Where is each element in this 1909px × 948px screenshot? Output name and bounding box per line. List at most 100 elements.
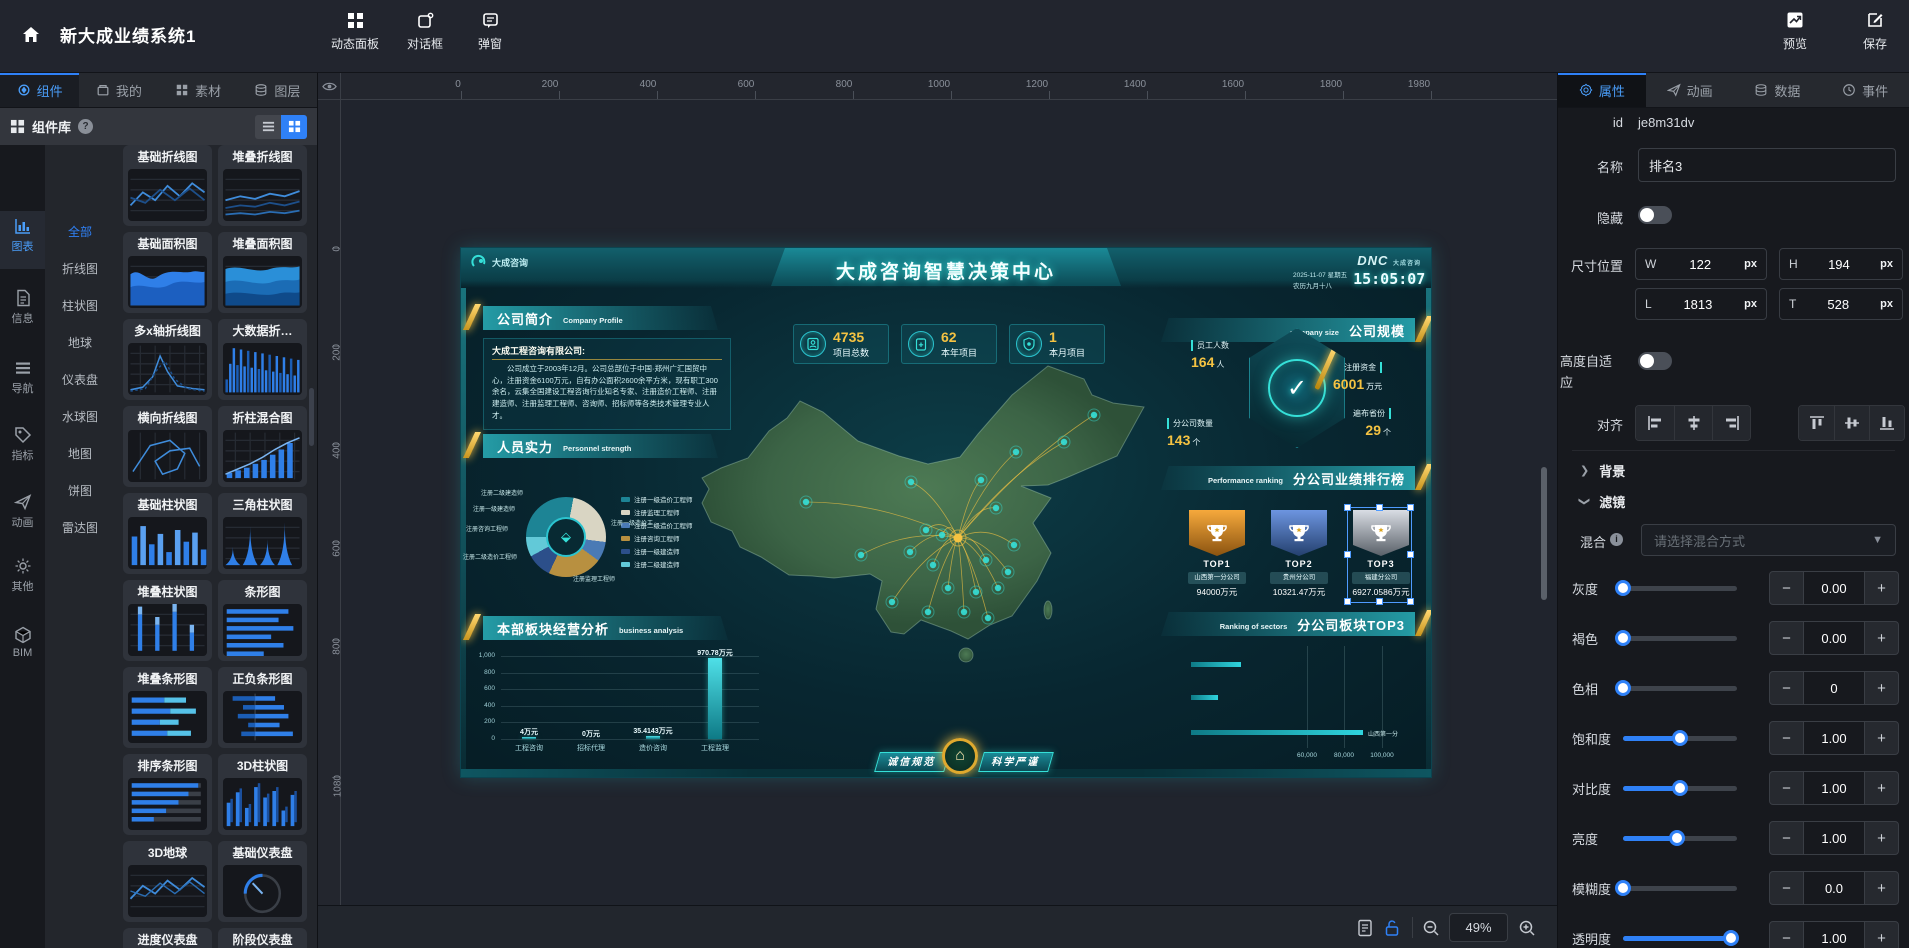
tab-data[interactable]: 数据 <box>1734 73 1822 107</box>
rail-item-图表[interactable]: 图表 <box>0 211 45 269</box>
rail-item-信息[interactable]: 信息 <box>0 283 45 341</box>
色相-increase-button[interactable]: + <box>1865 672 1898 704</box>
tab-mine[interactable]: 我的 <box>79 73 158 107</box>
grid-view-button[interactable] <box>281 115 307 139</box>
popup-button[interactable]: 弹窗 <box>458 8 522 52</box>
selection-handle[interactable] <box>1407 598 1414 605</box>
lock-toggle-button[interactable] <box>1379 915 1405 941</box>
透明度-increase-button[interactable]: + <box>1865 922 1898 948</box>
对比度-slider[interactable] <box>1623 786 1737 791</box>
component-card-堆叠条形图[interactable]: 堆叠条形图 <box>123 667 212 748</box>
色相-value[interactable]: 0 <box>1803 672 1865 704</box>
width-input[interactable]: W122px <box>1635 248 1767 280</box>
色相-slider[interactable] <box>1623 686 1737 691</box>
zoom-out-button[interactable] <box>1418 915 1444 941</box>
灰度-slider[interactable] <box>1623 586 1737 591</box>
component-card-大数据折…[interactable]: 大数据折… <box>218 319 307 400</box>
tab-components[interactable]: 组件 <box>0 73 79 107</box>
category-折线图[interactable]: 折线图 <box>45 260 115 277</box>
category-地图[interactable]: 地图 <box>45 445 115 462</box>
auto-height-toggle[interactable] <box>1638 352 1672 370</box>
preview-button[interactable]: 预览 <box>1773 8 1817 52</box>
饱和度-decrease-button[interactable]: − <box>1770 722 1803 754</box>
tab-layers[interactable]: 图层 <box>238 73 317 107</box>
top-input[interactable]: T528px <box>1779 288 1903 320</box>
亮度-slider[interactable] <box>1623 836 1737 841</box>
list-view-button[interactable] <box>255 115 281 139</box>
selection-handle[interactable] <box>1407 551 1414 558</box>
height-input[interactable]: H194px <box>1779 248 1903 280</box>
ranking-card-TOP1[interactable]: TOP1山西第一分公司94000万元 <box>1188 510 1246 598</box>
category-水球图[interactable]: 水球图 <box>45 408 115 425</box>
component-card-进度仪表盘[interactable]: 进度仪表盘 <box>123 928 212 948</box>
透明度-slider[interactable] <box>1623 936 1737 941</box>
category-仪表盘[interactable]: 仪表盘 <box>45 371 115 388</box>
rail-item-其他[interactable]: 其他 <box>0 551 45 609</box>
category-饼图[interactable]: 饼图 <box>45 482 115 499</box>
component-card-基础仪表盘[interactable]: 基础仪表盘 <box>218 841 307 922</box>
slider-thumb[interactable] <box>1669 830 1685 846</box>
selection-handle[interactable] <box>1407 504 1414 511</box>
align-bottom-button[interactable] <box>1869 406 1904 440</box>
left-input[interactable]: L1813px <box>1635 288 1767 320</box>
亮度-value[interactable]: 1.00 <box>1803 822 1865 854</box>
component-card-正负条形图[interactable]: 正负条形图 <box>218 667 307 748</box>
left-panel-scrollbar[interactable] <box>309 388 314 446</box>
饱和度-slider[interactable] <box>1623 736 1737 741</box>
component-card-堆叠折线图[interactable]: 堆叠折线图 <box>218 145 307 226</box>
饱和度-increase-button[interactable]: + <box>1865 722 1898 754</box>
rail-item-导航[interactable]: 导航 <box>0 353 45 411</box>
色相-decrease-button[interactable]: − <box>1770 672 1803 704</box>
selection-box[interactable] <box>1347 507 1412 603</box>
hide-toggle[interactable] <box>1638 206 1672 224</box>
component-card-横向折线图[interactable]: 横向折线图 <box>123 406 212 487</box>
zoom-level[interactable]: 49% <box>1449 913 1508 942</box>
name-input[interactable] <box>1638 148 1896 182</box>
category-柱状图[interactable]: 柱状图 <box>45 297 115 314</box>
slider-thumb[interactable] <box>1672 780 1688 796</box>
slider-thumb[interactable] <box>1672 730 1688 746</box>
component-card-3D柱状图[interactable]: 3D柱状图 <box>218 754 307 835</box>
tab-properties[interactable]: 属性 <box>1558 73 1646 107</box>
section-filter[interactable]: ❯滤镜 <box>1580 492 1625 511</box>
align-left-button[interactable] <box>1636 406 1674 440</box>
blend-mode-select[interactable]: 请选择混合方式▼ <box>1641 524 1896 556</box>
褐色-decrease-button[interactable]: − <box>1770 622 1803 654</box>
selection-handle[interactable] <box>1344 598 1351 605</box>
透明度-decrease-button[interactable]: − <box>1770 922 1803 948</box>
模糊度-value[interactable]: 0.0 <box>1803 872 1865 904</box>
component-card-三角柱状图[interactable]: 三角柱状图 <box>218 493 307 574</box>
slider-thumb[interactable] <box>1615 580 1631 596</box>
selection-handle[interactable] <box>1344 504 1351 511</box>
zoom-in-button[interactable] <box>1514 915 1540 941</box>
ruler-corner[interactable] <box>318 73 341 100</box>
category-全部[interactable]: 全部 <box>45 223 115 240</box>
home-button[interactable] <box>14 18 48 52</box>
slider-thumb[interactable] <box>1723 930 1739 946</box>
artboard-list-button[interactable] <box>1352 915 1378 941</box>
模糊度-increase-button[interactable]: + <box>1865 872 1898 904</box>
透明度-value[interactable]: 1.00 <box>1803 922 1865 948</box>
灰度-decrease-button[interactable]: − <box>1770 572 1803 604</box>
component-card-基础面积图[interactable]: 基础面积图 <box>123 232 212 313</box>
align-center-button[interactable] <box>1674 406 1712 440</box>
component-card-堆叠面积图[interactable]: 堆叠面积图 <box>218 232 307 313</box>
对比度-value[interactable]: 1.00 <box>1803 772 1865 804</box>
selection-handle[interactable] <box>1344 551 1351 558</box>
dialog-button[interactable]: 对话框 <box>393 8 457 52</box>
selection-handle[interactable] <box>1376 598 1383 605</box>
selection-handle[interactable] <box>1376 504 1383 511</box>
category-雷达图[interactable]: 雷达图 <box>45 519 115 536</box>
rail-item-动画[interactable]: 动画 <box>0 487 45 545</box>
灰度-value[interactable]: 0.00 <box>1803 572 1865 604</box>
component-card-多x轴折线图[interactable]: 多x轴折线图 <box>123 319 212 400</box>
section-background[interactable]: ❯背景 <box>1580 461 1625 480</box>
dynamic-panel-button[interactable]: 动态面板 <box>323 8 387 52</box>
component-card-基础柱状图[interactable]: 基础柱状图 <box>123 493 212 574</box>
blend-info-icon[interactable]: i <box>1610 533 1623 546</box>
component-card-排序条形图[interactable]: 排序条形图 <box>123 754 212 835</box>
component-card-基础折线图[interactable]: 基础折线图 <box>123 145 212 226</box>
slider-thumb[interactable] <box>1615 630 1631 646</box>
灰度-increase-button[interactable]: + <box>1865 572 1898 604</box>
对比度-decrease-button[interactable]: − <box>1770 772 1803 804</box>
